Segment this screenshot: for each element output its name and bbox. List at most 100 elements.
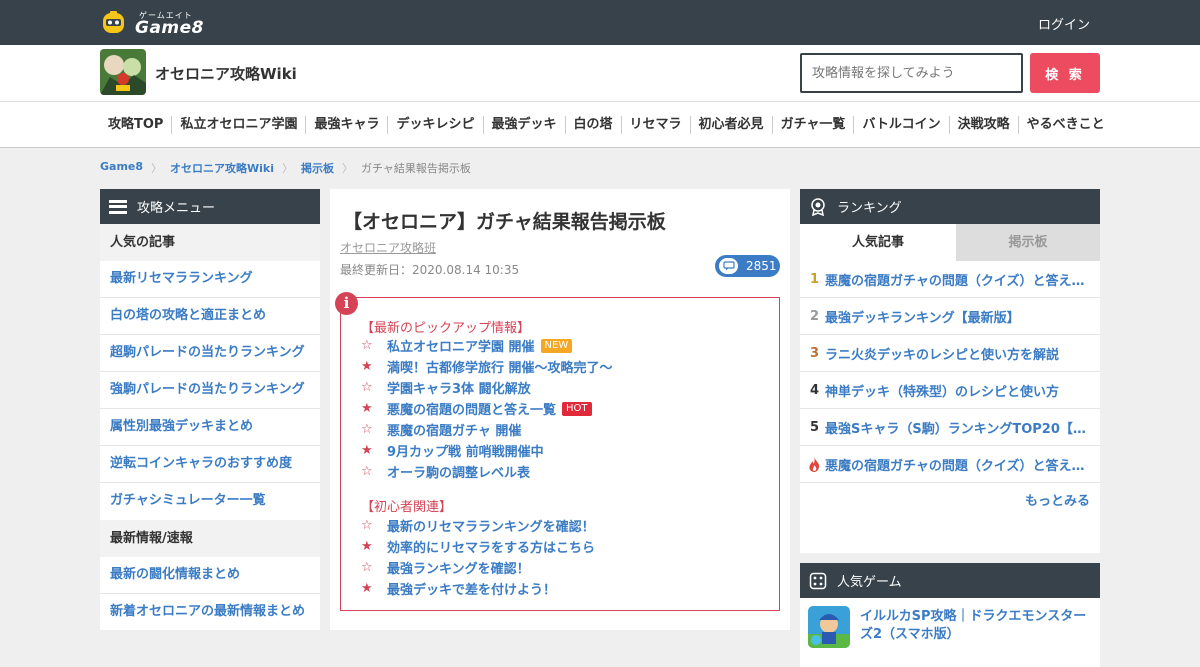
menu-link[interactable]: 最新リセマラランキング <box>100 261 320 298</box>
nav-item-top[interactable]: 攻略TOP <box>100 116 171 134</box>
menu-link[interactable]: 新着オセロニアの最新情報まとめ <box>100 594 320 630</box>
site-header: オセロニア攻略Wiki 検 索 <box>0 45 1200 102</box>
pickup-link[interactable]: 悪魔の宿題の問題と答え一覧 <box>387 399 556 418</box>
breadcrumb-game8[interactable]: Game8 <box>100 160 143 176</box>
menu-section-news: 最新情報/速報 <box>100 520 320 557</box>
menu-header: 攻略メニュー <box>100 189 320 224</box>
hot-badge: HOT <box>562 401 592 416</box>
nav-item-academy[interactable]: 私立オセロニア学園 <box>171 116 305 134</box>
beginner-item: ☆ 最新のリセマラランキングを確認！ <box>361 516 595 535</box>
beginner-item: ★ 効率的にリセマラをする方はこちら <box>361 537 595 556</box>
pickup-item: ★ 9月カップ戦 前哨戦開催中 <box>361 441 544 460</box>
more-link[interactable]: もっとみる <box>800 483 1100 520</box>
top-bar: ゲームエイト Game8 ログイン <box>0 0 1200 45</box>
star-outline-icon: ☆ <box>361 464 373 479</box>
left-sidebar: 攻略メニュー 人気の記事 最新リセマラランキング 白の塔の攻略と適正まとめ 超駒… <box>100 189 320 630</box>
star-outline-icon: ☆ <box>361 518 373 533</box>
ranking-item-hot: 悪魔の宿題ガチャの問題（クイズ）と答え一覧 <box>800 446 1100 483</box>
game-thumbnail <box>808 606 850 648</box>
pickup-link[interactable]: オーラ駒の調整レベル表 <box>387 462 530 481</box>
nav-item-deck-recipe[interactable]: デッキレシピ <box>387 116 482 134</box>
comment-icon <box>719 258 738 274</box>
nav-item-decisive-battle[interactable]: 決戦攻略 <box>948 116 1018 134</box>
wiki-title[interactable]: オセロニア攻略Wiki <box>155 63 297 84</box>
breadcrumb-separator: 〉 <box>282 162 294 175</box>
pickup-item: ☆ オーラ駒の調整レベル表 <box>361 462 530 481</box>
menu-title: 攻略メニュー <box>137 201 216 216</box>
tab-popular-articles[interactable]: 人気記事 <box>800 224 956 261</box>
nav-item-todo[interactable]: やるべきこと <box>1017 116 1113 134</box>
breadcrumb-board[interactable]: 掲示板 <box>301 160 334 176</box>
pickup-heading: 【最新のピックアップ情報】 <box>361 321 531 336</box>
menu-link[interactable]: 逆転コインキャラのおすすめ度 <box>100 446 320 483</box>
ranking-link[interactable]: 最強デッキランキング【最新版】 <box>825 307 1090 326</box>
main-article: 【オセロニア】ガチャ結果報告掲示板 オセロニア攻略班 最終更新日：2020.08… <box>330 189 790 630</box>
wiki-thumbnail[interactable] <box>100 49 146 95</box>
nav-item-white-tower[interactable]: 白の塔 <box>564 116 621 134</box>
new-badge: NEW <box>540 338 573 353</box>
tab-board[interactable]: 掲示板 <box>956 224 1100 261</box>
menu-link[interactable]: 白の塔の攻略と適正まとめ <box>100 298 320 335</box>
pickup-link[interactable]: 9月カップ戦 前哨戦開催中 <box>387 441 544 460</box>
beginner-item: ★ 最強デッキで差を付けよう！ <box>361 579 556 598</box>
menu-link[interactable]: 強駒パレードの当たりランキング <box>100 372 320 409</box>
pickup-item: ☆ 学園キャラ3体 闘化解放 <box>361 378 531 397</box>
nav-list: 攻略TOP 私立オセロニア学園 最強キャラ デッキレシピ 最強デッキ 白の塔 リ… <box>100 116 1113 134</box>
menu-section-popular: 人気の記事 <box>100 224 320 261</box>
pickup-link[interactable]: 学園キャラ3体 闘化解放 <box>387 378 531 397</box>
author-link[interactable]: オセロニア攻略班 <box>340 239 436 256</box>
game-item[interactable]: イルルカSP攻略｜ドラクエモンスターズ2（スマホ版） <box>800 598 1100 667</box>
menu-link[interactable]: 最新の闘化情報まとめ <box>100 557 320 594</box>
ranking-link[interactable]: 神単デッキ（特殊型）のレシピと使い方 <box>825 381 1090 400</box>
hamburger-icon <box>109 199 127 214</box>
star-filled-icon: ★ <box>361 539 373 554</box>
star-filled-icon: ★ <box>361 359 373 374</box>
menu-link[interactable]: 超駒パレードの当たりランキング <box>100 335 320 372</box>
nav-item-strongest-chara[interactable]: 最強キャラ <box>305 116 387 134</box>
nav-item-gacha-list[interactable]: ガチャ一覧 <box>771 116 854 134</box>
game8-logo[interactable]: ゲームエイト Game8 <box>100 10 225 38</box>
games-title: 人気ゲーム <box>837 575 902 590</box>
nav-item-beginner[interactable]: 初心者必見 <box>689 116 772 134</box>
ranking-link[interactable]: 悪魔の宿題ガチャの問題（クイズ）と答え一覧 <box>825 455 1090 474</box>
pickup-link[interactable]: 悪魔の宿題ガチャ 開催 <box>387 420 521 439</box>
rank-number: 1 <box>810 271 820 287</box>
pickup-box: i 【最新のピックアップ情報】 ☆ 私立オセロニア学園 開催 NEW ★ 満喫！… <box>335 292 780 611</box>
menu-link[interactable]: ガチャシミュレーター一覧 <box>100 483 320 520</box>
star-outline-icon: ☆ <box>361 380 373 395</box>
breadcrumb: Game8 〉 オセロニア攻略Wiki 〉 掲示板 〉 ガチャ結果報告掲示板 <box>100 160 471 176</box>
beginner-link[interactable]: 最強ランキングを確認！ <box>387 558 530 577</box>
ranking-link[interactable]: 最強Sキャラ（S駒）ランキングTOP20【最新版】 <box>825 418 1090 437</box>
beginner-link[interactable]: 最強デッキで差を付けよう！ <box>387 579 556 598</box>
pickup-link[interactable]: 私立オセロニア学園 開催 <box>387 336 535 355</box>
nav-item-reroll[interactable]: リセマラ <box>620 116 690 134</box>
star-filled-icon: ★ <box>361 401 373 416</box>
ranking-link[interactable]: ラニ火炎デッキのレシピと使い方を解説 <box>825 344 1090 363</box>
main-nav: 攻略TOP 私立オセロニア学園 最強キャラ デッキレシピ 最強デッキ 白の塔 リ… <box>0 102 1200 148</box>
comment-count-button[interactable]: 2851 <box>715 255 780 277</box>
pickup-item: ☆ 私立オセロニア学園 開催 NEW <box>361 336 573 355</box>
pickup-item: ☆ 悪魔の宿題ガチャ 開催 <box>361 420 521 439</box>
search-button[interactable]: 検 索 <box>1030 53 1100 93</box>
fire-icon <box>809 456 820 472</box>
right-sidebar: ランキング 人気記事 掲示板 1 悪魔の宿題ガチャの問題（クイズ）と答え一覧 2… <box>800 189 1100 667</box>
beginner-link[interactable]: 効率的にリセマラをする方はこちら <box>387 537 595 556</box>
star-outline-icon: ☆ <box>361 338 373 353</box>
nav-item-battle-coin[interactable]: バトルコイン <box>853 116 948 134</box>
menu-link[interactable]: 属性別最強デッキまとめ <box>100 409 320 446</box>
nav-item-strongest-deck[interactable]: 最強デッキ <box>482 116 565 134</box>
search-input[interactable] <box>800 53 1023 93</box>
dq-monsters-icon <box>808 606 850 648</box>
ranking-item: 2 最強デッキランキング【最新版】 <box>800 298 1100 335</box>
games-header: 人気ゲーム <box>800 563 1100 598</box>
ranking-item: 5 最強Sキャラ（S駒）ランキングTOP20【最新版】 <box>800 409 1100 446</box>
breadcrumb-wiki[interactable]: オセロニア攻略Wiki <box>170 160 274 176</box>
beginner-link[interactable]: 最新のリセマラランキングを確認！ <box>387 516 595 535</box>
ranking-box: 人気記事 掲示板 1 悪魔の宿題ガチャの問題（クイズ）と答え一覧 2 最強デッキ… <box>800 224 1100 553</box>
ranking-link[interactable]: 悪魔の宿題ガチャの問題（クイズ）と答え一覧 <box>825 270 1090 289</box>
login-link[interactable]: ログイン <box>1038 14 1090 33</box>
game-link[interactable]: イルルカSP攻略｜ドラクエモンスターズ2（スマホ版） <box>860 608 1092 644</box>
breadcrumb-separator: 〉 <box>151 162 163 175</box>
star-outline-icon: ☆ <box>361 560 373 575</box>
pickup-link[interactable]: 満喫！古都修学旅行 開催〜攻略完了〜 <box>387 357 613 376</box>
